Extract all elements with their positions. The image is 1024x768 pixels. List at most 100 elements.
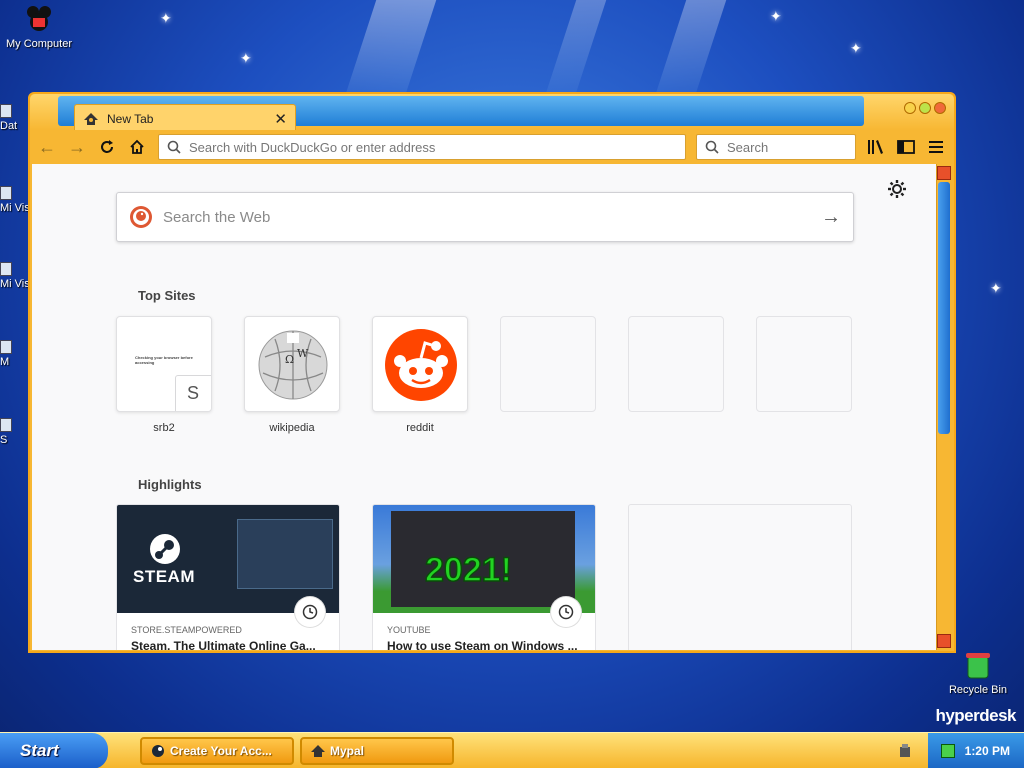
taskbar-item-create-account[interactable]: Create Your Acc... [140,737,294,765]
mypal-icon [310,744,326,758]
gear-icon[interactable] [886,178,908,200]
toolbar-right [864,134,948,160]
new-tab-page: Search the Web → Top Sites Checking your… [32,164,936,650]
desktop-light-beam [543,0,607,100]
top-site-srb2[interactable]: Checking your browser before accessing S… [116,316,212,434]
sparkle: ✦ [770,8,782,24]
scroll-up-icon[interactable] [937,166,951,180]
desktop-icon-partial[interactable]: Mi Vis [0,186,30,214]
computer-icon [23,4,55,36]
tray-tool-icon[interactable] [898,743,912,759]
srb2-page-text: Checking your browser before accessing [135,355,193,365]
highlights-heading: Highlights [138,477,202,492]
mypal-favicon-icon [83,112,99,126]
top-sites-heading: Top Sites [138,288,196,303]
steam-wordmark: STEAM [133,567,195,586]
library-icon[interactable] [864,134,888,160]
search-bar[interactable]: Search [696,134,856,160]
empty-tile [756,316,852,412]
title-bar[interactable]: New Tab ✕ [30,94,954,132]
svg-text:W: W [297,347,309,360]
desktop-icon-partial[interactable]: S [0,418,12,446]
svg-text:Ω: Ω [285,353,294,366]
tab-title: New Tab [107,111,154,126]
top-site-name: srb2 [153,422,175,434]
scroll-down-icon[interactable] [937,634,951,648]
top-site-reddit[interactable]: reddit [372,316,468,434]
highlight-card[interactable]: STEAM STORE.STEAMPOWERED Steam, The Ulti… [116,504,340,650]
taskbar-item-label: Create Your Acc... [170,744,272,758]
highlight-card[interactable]: 2021! YOUTUBE How to use Steam on Window… [372,504,596,650]
close-window-icon[interactable] [934,102,946,114]
top-site-name: reddit [406,422,434,434]
maximize-icon[interactable] [919,102,931,114]
search-bar-placeholder: Search [727,139,769,155]
top-site-name: wikipedia [269,422,315,434]
reddit-icon [385,329,457,401]
arrow-right-icon[interactable]: → [821,206,841,229]
web-search-placeholder: Search the Web [163,208,271,226]
search-icon [705,140,719,154]
sparkle: ✦ [240,50,252,66]
taskbar-item-label: Mypal [330,744,365,758]
desktop-icon-label: Recycle Bin [948,684,1008,696]
top-site-tile [372,316,468,412]
srb2-letter: S [175,375,211,411]
top-site-empty[interactable] [500,316,596,412]
web-search-box[interactable]: Search the Web → [116,192,854,242]
recycle-bin-icon [965,650,991,680]
steam-logo-icon [150,534,180,564]
desktop-icon-recycle-bin[interactable]: Recycle Bin [940,650,1016,696]
home-icon[interactable] [122,133,152,161]
scrollbar-thumb[interactable] [938,182,950,434]
top-site-tile: Ω W [244,316,340,412]
empty-tile [500,316,596,412]
top-site-empty[interactable] [628,316,724,412]
duckduckgo-icon [129,205,153,229]
clock-icon [295,597,325,627]
nav-toolbar: ← → Search with DuckDuckGo or enter addr… [30,130,954,164]
hyperdesk-logo: hyperdesk [935,706,1016,725]
minimize-icon[interactable] [904,102,916,114]
wikipedia-icon: Ω W [258,330,328,400]
sparkle: ✦ [990,280,1002,296]
taskbar: Start Create Your Acc... Mypal 1:20 PM [0,732,1024,768]
back-icon[interactable]: ← [32,133,62,161]
forward-icon[interactable]: → [62,133,92,161]
address-bar[interactable]: Search with DuckDuckGo or enter address [158,134,686,160]
highlight-title: Steam, The Ultimate Online Ga... [131,639,316,650]
browser-window: New Tab ✕ ← → Search with DuckDuckGo or … [28,92,956,653]
vertical-scrollbar[interactable] [936,164,952,650]
highlight-title: How to use Steam on Windows ... [387,639,578,650]
address-bar-placeholder: Search with DuckDuckGo or enter address [189,139,436,155]
desktop-light-beam [653,0,727,100]
desktop-icon-my-computer[interactable]: My Computer [4,4,74,50]
top-site-wikipedia[interactable]: Ω W wikipedia [244,316,340,434]
clock-icon [551,597,581,627]
sparkle: ✦ [850,40,862,56]
steam-screenshot [237,519,333,589]
video-year-text: 2021! [424,550,512,590]
reload-icon[interactable] [92,133,122,161]
sparkle: ✦ [160,10,172,26]
close-tab-icon[interactable]: ✕ [274,110,287,128]
desktop-icon-partial[interactable]: M [0,340,12,368]
desktop-light-beam [343,0,437,100]
system-tray: 1:20 PM [928,733,1024,768]
empty-tile [628,316,724,412]
desktop-icon-partial[interactable]: Mi Vis [0,262,30,290]
highlight-card-empty [628,504,852,650]
steam-icon [150,744,166,758]
start-button[interactable]: Start [0,733,108,768]
sidebar-icon[interactable] [894,134,918,160]
search-icon [167,140,181,154]
taskbar-item-mypal[interactable]: Mypal [300,737,454,765]
clock[interactable]: 1:20 PM [965,744,1010,758]
top-site-tile: Checking your browser before accessing S [116,316,212,412]
desktop-icon-label: My Computer [5,38,73,50]
desktop-icon-partial[interactable]: Dat [0,104,17,132]
top-site-empty[interactable] [756,316,852,412]
tab-new-tab[interactable]: New Tab ✕ [74,104,296,132]
network-icon[interactable] [940,744,955,758]
menu-icon[interactable] [924,134,948,160]
